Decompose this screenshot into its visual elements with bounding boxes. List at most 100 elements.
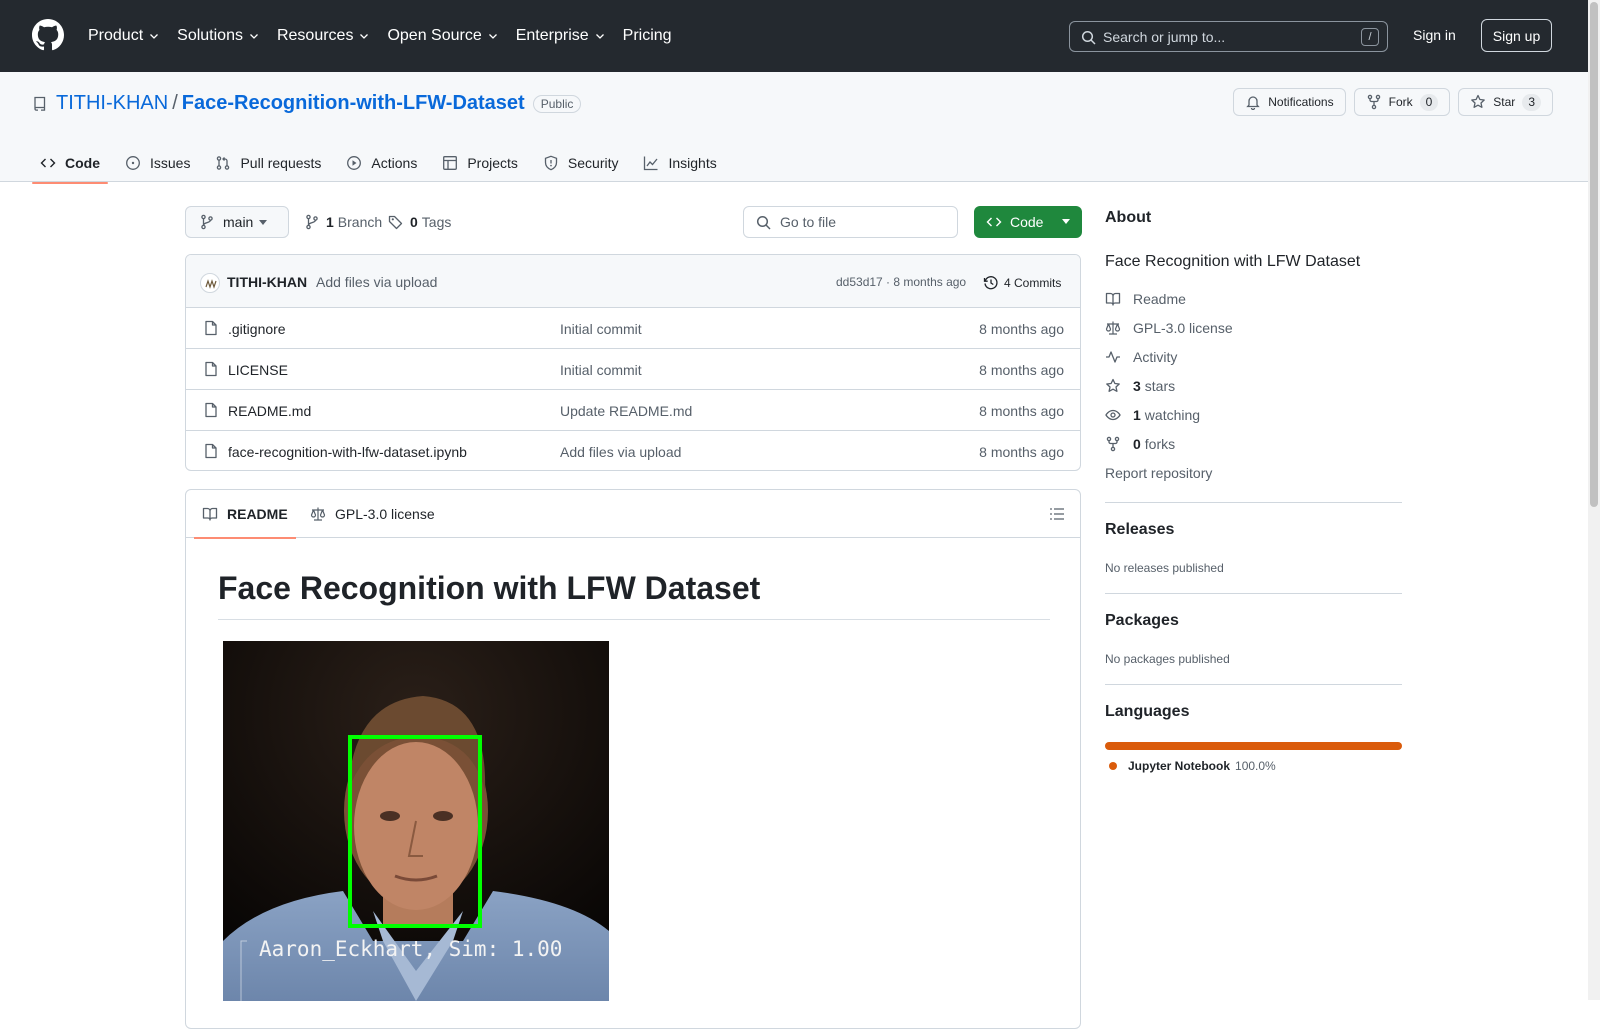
fork-icon <box>1106 436 1120 452</box>
about-title: About <box>1105 209 1152 226</box>
tab-projects[interactable]: Projects <box>434 144 526 182</box>
forks-count: 0 <box>1133 436 1141 452</box>
commit-author-link[interactable]: TITHI-KHAN <box>227 274 307 290</box>
sign-in-link[interactable]: Sign in <box>1413 27 1456 43</box>
search-icon <box>756 215 771 230</box>
nav-open-source[interactable]: Open Source <box>387 27 498 45</box>
file-age: 8 months ago <box>979 403 1064 419</box>
history-icon <box>983 276 998 290</box>
file-row[interactable]: face-recognition-with-lfw-dataset.ipynb … <box>186 431 1080 470</box>
repo-title: TITHI-KHAN / Face-Recognition-with-LFW-D… <box>32 92 582 115</box>
file-commit-message[interactable]: Add files via upload <box>560 444 681 460</box>
file-name-link[interactable]: face-recognition-with-lfw-dataset.ipynb <box>228 444 467 460</box>
stars-link[interactable]: 3 stars <box>1105 378 1175 394</box>
go-to-file-input[interactable]: Go to file <box>743 206 958 238</box>
branches-link[interactable]: 1 Branch <box>304 214 382 230</box>
tab-readme-label: README <box>227 506 288 522</box>
tab-pull-requests[interactable]: Pull requests <box>207 144 329 182</box>
file-row[interactable]: README.md Update README.md 8 months ago <box>186 390 1080 431</box>
tab-issues[interactable]: Issues <box>117 144 198 182</box>
law-icon <box>1105 321 1121 335</box>
file-name-link[interactable]: README.md <box>228 403 311 419</box>
readme-link[interactable]: Readme <box>1105 291 1186 307</box>
repo-name-link[interactable]: Face-Recognition-with-LFW-Dataset <box>182 92 525 115</box>
license-link-label: GPL-3.0 license <box>1133 320 1233 336</box>
github-logo-icon[interactable] <box>32 19 64 51</box>
avatar[interactable] <box>200 273 220 293</box>
file-row[interactable]: .gitignore Initial commit 8 months ago <box>186 308 1080 349</box>
sign-up-button[interactable]: Sign up <box>1481 19 1552 52</box>
branch-icon <box>306 214 318 230</box>
commits-count: 4 Commits <box>1004 276 1062 290</box>
nav-solutions[interactable]: Solutions <box>177 27 260 45</box>
file-commit-message[interactable]: Initial commit <box>560 362 642 378</box>
outline-list-icon[interactable] <box>1049 506 1065 522</box>
watching-count: 1 <box>1133 407 1141 423</box>
main-nav: Product Solutions Resources Open Source … <box>88 0 689 72</box>
nav-resources[interactable]: Resources <box>277 27 370 45</box>
activity-link[interactable]: Activity <box>1105 349 1177 365</box>
shield-icon <box>544 155 558 171</box>
star-label: Star <box>1493 95 1516 109</box>
tab-code-label: Code <box>65 155 100 171</box>
table-icon <box>443 156 458 170</box>
repo-actions: Notifications Fork 0 Star 3 <box>1225 88 1553 116</box>
license-link[interactable]: GPL-3.0 license <box>1105 320 1233 336</box>
pull-request-icon <box>217 156 230 170</box>
releases-title[interactable]: Releases <box>1105 521 1174 539</box>
about-description: Face Recognition with LFW Dataset <box>1105 253 1361 270</box>
pulse-icon <box>1106 351 1120 363</box>
tab-readme[interactable]: README <box>194 490 296 539</box>
repo-icon <box>34 96 46 111</box>
language-item[interactable]: Jupyter Notebook 100.0% <box>1105 759 1276 773</box>
file-commit-message[interactable]: Initial commit <box>560 321 642 337</box>
nav-pricing[interactable]: Pricing <box>623 27 672 45</box>
book-icon <box>1105 292 1121 306</box>
packages-title[interactable]: Packages <box>1105 612 1179 630</box>
file-name-link[interactable]: .gitignore <box>228 321 286 337</box>
file-row[interactable]: LICENSE Initial commit 8 months ago <box>186 349 1080 390</box>
code-icon <box>40 158 56 168</box>
tab-actions[interactable]: Actions <box>338 144 425 182</box>
commit-hash-time[interactable]: dd53d17 · 8 months ago <box>836 275 966 289</box>
notifications-button[interactable]: Notifications <box>1233 88 1346 116</box>
main-content: main 1 Branch 0 Tags Go to file Code TIT… <box>185 206 1082 1029</box>
repo-separator: / <box>172 92 178 114</box>
chevron-down-icon <box>150 34 159 39</box>
nav-resources-label: Resources <box>276 27 354 44</box>
notifications-label: Notifications <box>1268 95 1334 109</box>
tab-code[interactable]: Code <box>32 144 108 184</box>
chevron-down-icon <box>488 34 497 39</box>
search-input[interactable]: Search or jump to... / <box>1069 21 1388 52</box>
book-icon <box>202 507 218 521</box>
file-age: 8 months ago <box>979 362 1064 378</box>
eye-icon <box>1105 409 1121 421</box>
nav-enterprise-label: Enterprise <box>515 27 589 44</box>
releases-text: No releases published <box>1105 561 1224 575</box>
nav-open-source-label: Open Source <box>387 27 482 44</box>
file-commit-message[interactable]: Update README.md <box>560 403 692 419</box>
branch-selector[interactable]: main <box>185 206 289 238</box>
nav-enterprise[interactable]: Enterprise <box>516 27 606 45</box>
readme-heading: Face Recognition with LFW Dataset <box>218 570 1050 620</box>
tab-license[interactable]: GPL-3.0 license <box>310 490 435 538</box>
nav-product[interactable]: Product <box>88 27 160 45</box>
file-list: TITHI-KHAN Add files via upload dd53d17 … <box>185 254 1081 471</box>
fork-button[interactable]: Fork 0 <box>1353 88 1451 116</box>
commits-history-link[interactable]: 4 Commits <box>983 275 1061 291</box>
tab-insights[interactable]: Insights <box>635 144 724 182</box>
file-icon <box>205 361 217 377</box>
file-name-link[interactable]: LICENSE <box>228 362 288 378</box>
tab-security[interactable]: Security <box>535 144 627 182</box>
watching-link[interactable]: 1 watching <box>1105 407 1200 423</box>
code-button[interactable]: Code <box>974 206 1082 238</box>
tags-link[interactable]: 0 Tags <box>388 214 451 230</box>
latest-commit-row: TITHI-KHAN Add files via upload dd53d17 … <box>186 255 1080 308</box>
star-button[interactable]: Star 3 <box>1458 88 1553 116</box>
commit-message-link[interactable]: Add files via upload <box>316 274 437 290</box>
readme-tabs: README GPL-3.0 license <box>186 490 1080 539</box>
report-repository-link[interactable]: Report repository <box>1105 465 1212 481</box>
scrollbar-thumb[interactable] <box>1590 2 1598 507</box>
forks-link[interactable]: 0 forks <box>1105 436 1175 452</box>
repo-owner-link[interactable]: TITHI-KHAN <box>56 92 168 115</box>
